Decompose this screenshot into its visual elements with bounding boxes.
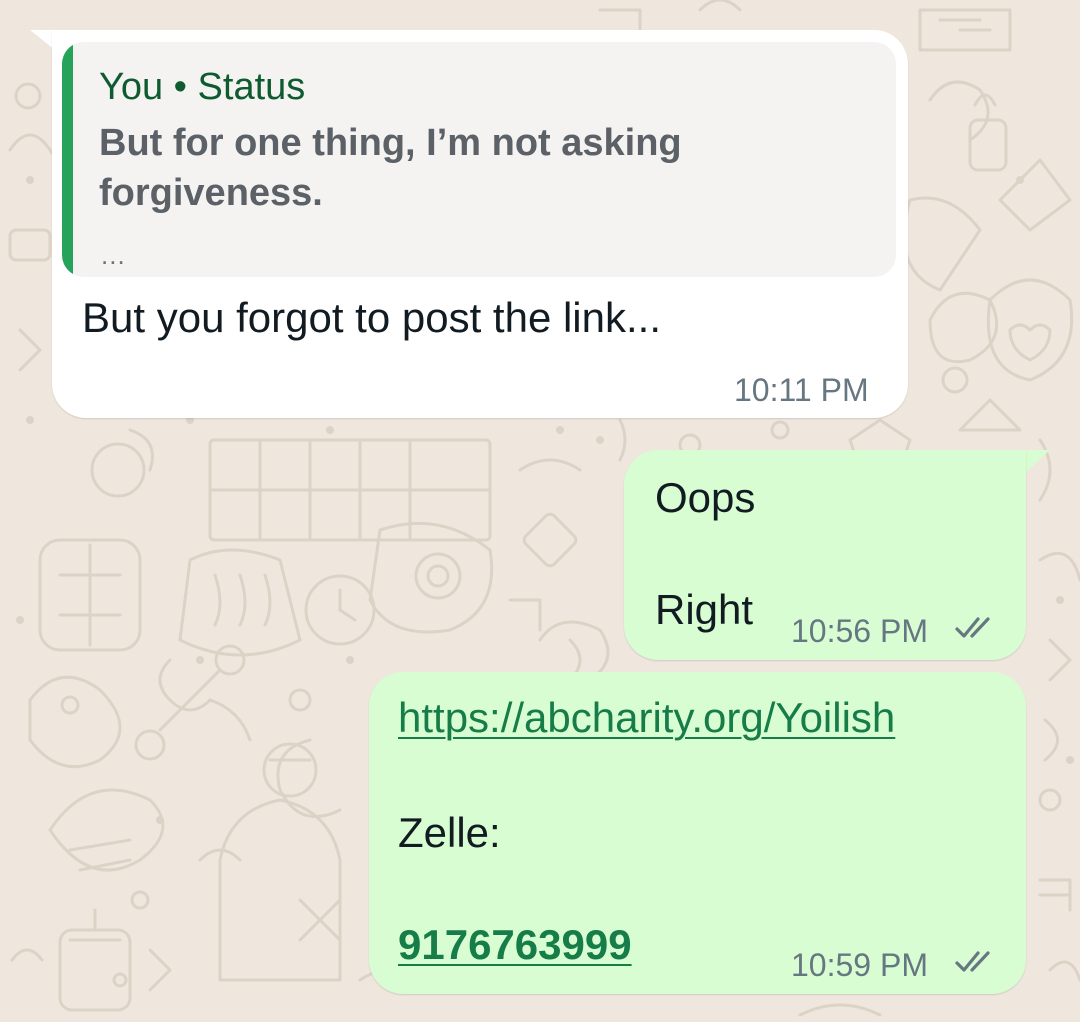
outgoing-message-bubble[interactable]: https://abcharity.org/Yoilish Zelle: 917… <box>369 672 1026 994</box>
double-check-icon <box>955 617 990 638</box>
message-line-2: Right <box>655 586 754 633</box>
quoted-status-reply[interactable]: You • Status But for one thing, I’m not … <box>62 42 896 277</box>
quote-header: You • Status <box>99 66 306 108</box>
incoming-message-bubble[interactable]: You • Status But for one thing, I’m not … <box>52 30 908 418</box>
message-time: 10:11 PM <box>734 372 869 408</box>
message-line-1: Oops <box>655 474 756 521</box>
message-time: 10:56 PM <box>791 613 928 649</box>
quote-more-indicator: ... <box>101 240 126 270</box>
quote-text: But for one thing, I’m not asking forgiv… <box>99 122 682 214</box>
double-check-icon <box>955 951 990 972</box>
charity-link[interactable]: https://abcharity.org/Yoilish <box>398 694 895 742</box>
message-time: 10:59 PM <box>791 947 928 983</box>
bubble-tail-outgoing <box>1024 450 1050 474</box>
zelle-label: Zelle: <box>398 809 501 856</box>
outgoing-message-bubble[interactable]: Oops Right 10:56 PM <box>624 450 1026 660</box>
quote-accent-bar <box>62 42 73 277</box>
message-text: But you forgot to post the link... <box>82 294 661 341</box>
phone-number-link[interactable]: 9176763999 <box>398 921 632 969</box>
